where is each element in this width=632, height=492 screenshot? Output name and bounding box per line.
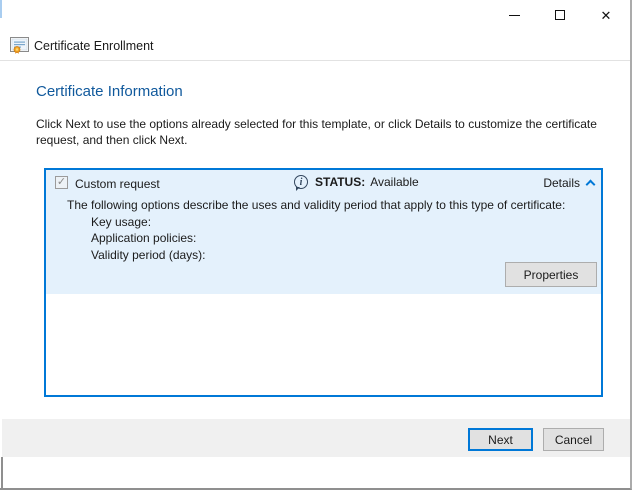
next-button[interactable]: Next [468, 428, 533, 451]
maximize-icon [555, 10, 565, 20]
field-key-usage: Key usage: [91, 215, 151, 229]
details-toggle[interactable]: Details [543, 176, 594, 190]
minimize-button[interactable] [491, 0, 537, 30]
close-icon: ✕ [601, 9, 612, 22]
close-button[interactable]: ✕ [583, 0, 629, 30]
window-accent-sliver [0, 0, 2, 18]
maximize-button[interactable] [537, 0, 583, 30]
custom-request-label: Custom request [75, 177, 160, 191]
status-label: STATUS: [315, 175, 365, 189]
info-icon: i [294, 175, 308, 189]
field-application-policies: Application policies: [91, 231, 196, 245]
status-group: i STATUS: Available [294, 175, 419, 189]
page-title: Certificate Information [36, 83, 183, 100]
properties-button[interactable]: Properties [505, 262, 597, 287]
panel-description: The following options describe the uses … [67, 198, 565, 212]
certificate-icon [10, 37, 29, 54]
app-title: Certificate Enrollment [34, 39, 154, 53]
minimize-icon [509, 15, 520, 16]
footer-bar [2, 419, 630, 457]
instructions-text: Click Next to use the options already se… [36, 116, 610, 148]
custom-request-checkbox[interactable]: ✓ [55, 176, 68, 189]
cancel-button[interactable]: Cancel [543, 428, 604, 451]
certificate-enrollment-window: ✕ Certificate Enrollment Certificate Inf… [0, 0, 632, 490]
chevron-up-icon [586, 180, 596, 190]
status-value: Available [370, 175, 418, 189]
details-label: Details [543, 176, 580, 190]
header-divider [0, 60, 632, 61]
window-border-segment [1, 457, 3, 490]
checkmark-icon: ✓ [57, 177, 66, 188]
field-validity-period: Validity period (days): [91, 248, 206, 262]
certificate-details-panel: ✓ Custom request i STATUS: Available Det… [44, 168, 603, 397]
